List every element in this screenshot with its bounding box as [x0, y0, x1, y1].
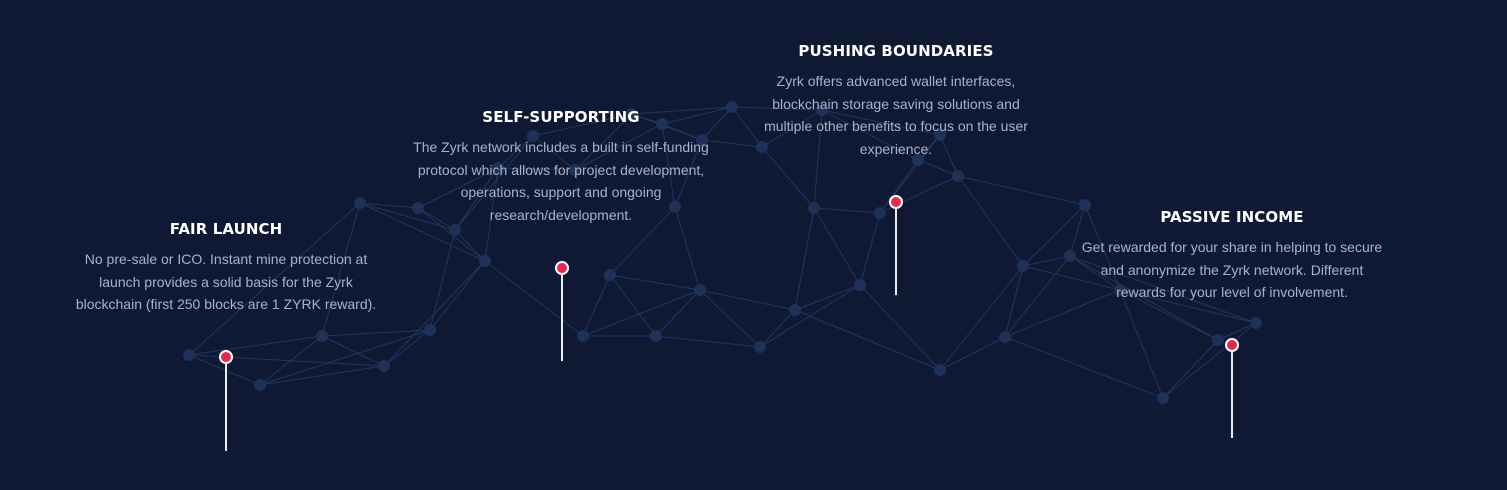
network-node	[1212, 334, 1224, 346]
network-node	[479, 255, 491, 267]
description-line: Get rewarded for your share in helping t…	[1081, 239, 1383, 255]
network-node	[934, 364, 946, 376]
network-node	[378, 360, 390, 372]
network-link	[259, 329, 431, 386]
network-link	[957, 175, 1024, 267]
feature-title: FAIR LAUNCH	[169, 220, 283, 238]
network-link	[1004, 255, 1071, 338]
pin-stem	[1231, 351, 1233, 438]
feature-description: Zyrk offers advanced wallet interfaces, …	[726, 70, 1066, 160]
network-link	[794, 284, 861, 311]
description-line: blockchain storage saving solutions and	[772, 95, 1020, 112]
pin-dot	[555, 261, 569, 275]
description-line: launch provides a solid basis for the Zy…	[99, 273, 353, 290]
description-line: Zyrk offers advanced wallet interfaces,	[776, 73, 1016, 89]
description-line: multiple other benefits to focus on the …	[764, 118, 1028, 134]
network-link	[1217, 322, 1257, 341]
feature-passive-income: PASSIVE INCOME Get rewarded for your sha…	[1062, 208, 1402, 304]
network-node	[999, 331, 1011, 343]
network-node	[424, 324, 436, 336]
network-link	[655, 289, 701, 337]
network-node	[1250, 317, 1262, 329]
network-link	[859, 212, 881, 286]
network-link	[699, 289, 796, 311]
feature-description: Get rewarded for your share in helping t…	[1062, 236, 1402, 304]
network-link	[1162, 322, 1257, 399]
network-link	[1162, 339, 1219, 399]
feature-title: SELF-SUPPORTING	[482, 108, 640, 126]
network-link	[939, 265, 1024, 371]
pin-stem	[561, 274, 563, 361]
feature-description: No pre-sale or ICO. Instant mine protect…	[56, 248, 396, 316]
description-line: experience.	[859, 140, 933, 157]
network-link	[939, 336, 1006, 371]
network-node	[694, 284, 706, 296]
feature-title: PUSHING BOUNDARIES	[798, 42, 994, 60]
network-link	[699, 289, 761, 348]
feature-title: PASSIVE INCOME	[1160, 208, 1304, 226]
network-node	[183, 349, 195, 361]
network-link	[794, 309, 941, 371]
description-line: No pre-sale or ICO. Instant mine protect…	[84, 251, 368, 267]
feature-self-supporting: SELF-SUPPORTING The Zyrk network include…	[391, 108, 731, 226]
feature-fair-launch: FAIR LAUNCH No pre-sale or ICO. Instant …	[56, 220, 396, 316]
network-link	[259, 365, 385, 386]
network-link	[794, 207, 815, 311]
network-node	[604, 269, 616, 281]
network-link	[655, 335, 761, 348]
pin-stem	[895, 208, 897, 295]
network-link	[609, 274, 657, 337]
network-link	[813, 207, 881, 214]
description-line: operations, support and ongoing	[460, 184, 662, 200]
description-line: research/development.	[489, 206, 633, 223]
description-line: rewards for your level of involvement.	[1116, 284, 1348, 300]
network-node	[1157, 392, 1169, 404]
network-node	[1017, 260, 1029, 272]
pin-dot	[1225, 338, 1239, 352]
network-node	[650, 330, 662, 342]
network-node	[789, 304, 801, 316]
feature-pushing-boundaries: PUSHING BOUNDARIES Zyrk offers advanced …	[726, 42, 1066, 160]
network-link	[1119, 289, 1164, 399]
pin-dot	[219, 350, 233, 364]
pin-dot	[889, 195, 903, 209]
network-node	[254, 379, 266, 391]
network-node	[854, 279, 866, 291]
network-link	[1004, 336, 1164, 399]
network-link	[859, 284, 941, 371]
pin-stem	[225, 363, 227, 451]
network-node	[577, 330, 589, 342]
description-line: protocol which allows for project develo…	[417, 161, 705, 178]
feature-description: The Zyrk network includes a built in sel…	[391, 136, 731, 226]
network-link	[383, 329, 431, 367]
network-link	[813, 207, 861, 286]
description-line: blockchain (first 250 blocks are 1 ZYRK …	[75, 296, 377, 312]
network-node	[874, 207, 886, 219]
network-link	[957, 175, 1086, 206]
network-node	[316, 330, 328, 342]
network-node	[754, 341, 766, 353]
description-line: The Zyrk network includes a built in sel…	[413, 139, 709, 155]
network-link	[484, 260, 584, 337]
network-node	[354, 197, 366, 209]
network-node	[952, 170, 964, 182]
description-line: and anonymize the Zyrk network. Differen…	[1100, 261, 1364, 278]
network-node	[808, 202, 820, 214]
network-link	[454, 229, 486, 262]
network-link	[609, 274, 701, 291]
